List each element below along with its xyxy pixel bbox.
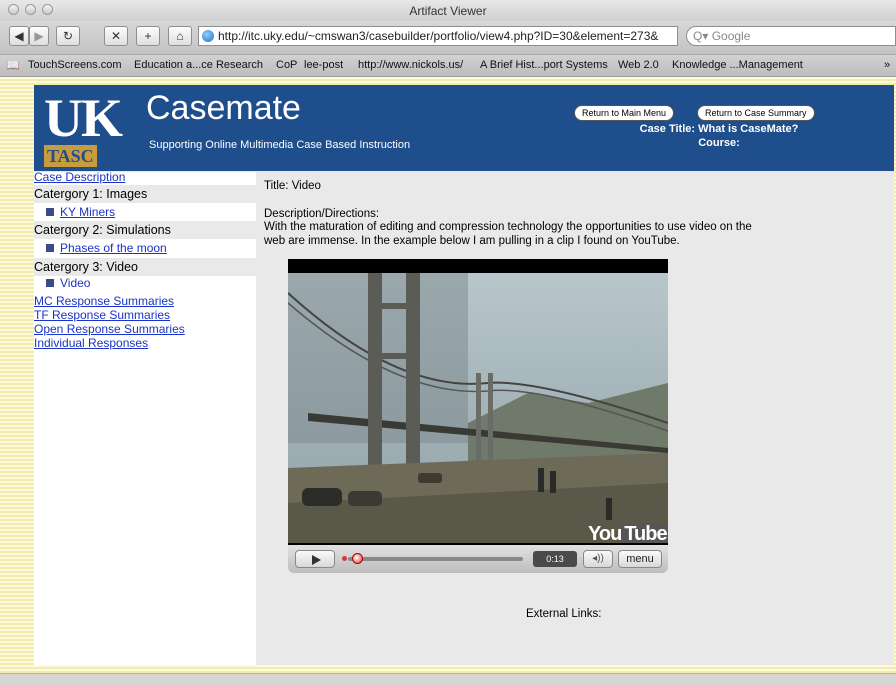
category-label: Catergory 1: Images [34,187,148,201]
video-player[interactable]: You Tube [288,259,668,545]
external-links-label: External Links: [526,608,602,620]
watermark-tube: Tube [621,523,668,543]
search-icon: Q▾ [693,29,712,43]
bookmarks-bar: 📖 TouchScreens.com Education a...ce Rese… [0,55,896,77]
description-label: Description/Directions: [264,208,380,220]
site-tagline: Supporting Online Multimedia Case Based … [149,139,411,151]
uk-logo: UK [44,88,123,148]
add-bookmark-button[interactable]: + [136,26,160,46]
watermark-you: You [588,523,622,543]
bullet-icon [46,279,54,287]
bookmark-item[interactable]: CoP [276,59,297,71]
open-response-summaries-link[interactable]: Open Response Summaries [34,322,185,336]
sidebar-item-phases-of-the-moon[interactable]: Phases of the moon [46,241,167,255]
course-label: Course: [698,137,740,149]
video-frame: You Tube [288,273,668,543]
sidebar-item-label[interactable]: Phases of the moon [60,241,167,255]
bookmark-item[interactable]: http://www.nickols.us/ [358,59,463,71]
description-line: With the maturation of editing and compr… [264,221,752,233]
artifact-title: Title: Video [264,180,321,192]
toolbar: ◀ ▶ ↻ ✕ + ⌂ http://itc.uky.edu/~cmswan3/… [0,21,896,55]
menu-button[interactable]: menu [618,550,662,568]
bookmark-item[interactable]: Education a...ce Research [134,59,263,71]
sidebar-item-label[interactable]: Video [60,276,90,290]
forward-button[interactable]: ▶ [29,26,49,46]
search-placeholder: Google [711,29,751,43]
bullet-icon [46,244,54,252]
description-line: web are immense. In the example below I … [264,235,680,247]
title-bar: Artifact Viewer [0,0,896,22]
site-icon [202,30,214,42]
address-bar[interactable]: http://itc.uky.edu/~cmswan3/casebuilder/… [198,26,678,46]
bookmark-item[interactable]: TouchScreens.com [28,59,122,71]
progress-track[interactable] [348,557,523,561]
category-label: Catergory 2: Simulations [34,223,171,237]
speaker-icon[interactable]: ◂)) [583,550,613,568]
case-title: Case Title: What is CaseMate? [639,123,799,135]
bookmark-item[interactable]: Web 2.0 [618,59,659,71]
open-book-icon[interactable]: 📖 [6,59,20,72]
category-header: Catergory 1: Images [34,185,256,203]
status-bar [0,673,896,685]
sidebar-item-ky-miners[interactable]: KY Miners [46,205,115,219]
snapback-button[interactable]: ✕ [104,26,128,46]
bookmarks-overflow-icon[interactable]: » [884,59,890,71]
window-title: Artifact Viewer [409,4,487,18]
home-button[interactable]: ⌂ [168,26,192,46]
tf-response-summaries-link[interactable]: TF Response Summaries [34,308,170,322]
tasc-logo: TASC [44,145,97,167]
main-content: Title: Video Description/Directions: Wit… [256,172,894,665]
return-main-menu-button[interactable]: Return to Main Menu [574,105,675,121]
sidebar-item-label[interactable]: KY Miners [60,205,115,219]
video-controls: 0:13 ◂)) menu [288,545,668,573]
browser-window: Artifact Viewer ◀ ▶ ↻ ✕ + ⌂ http://itc.u… [0,0,896,685]
mc-response-summaries-link[interactable]: MC Response Summaries [34,294,174,308]
time-display: 0:13 [533,551,577,567]
youtube-watermark: You Tube [588,523,668,543]
sidebar: Case Description Catergory 1: Images KY … [34,170,256,665]
bookmark-item[interactable]: A Brief Hist...port Systems [480,59,608,71]
bookmark-item[interactable]: Knowledge ...Management [672,59,803,71]
site-header: UK TASC Casemate Supporting Online Multi… [34,85,894,171]
play-button[interactable] [295,550,335,568]
bullet-icon [46,208,54,216]
bookmark-item[interactable]: lee-post [304,59,343,71]
reload-button[interactable]: ↻ [56,26,80,46]
back-button[interactable]: ◀ [9,26,29,46]
url-text: http://itc.uky.edu/~cmswan3/casebuilder/… [218,29,659,43]
return-case-summary-button[interactable]: Return to Case Summary [697,105,815,121]
search-field[interactable]: Q▾ Google [686,26,896,46]
progress-knob[interactable] [351,553,363,564]
category-header: Catergory 3: Video [34,258,256,276]
bridge-scene-image [288,273,668,543]
category-label: Catergory 3: Video [34,260,138,274]
mute-indicator-icon [342,556,347,561]
category-header: Catergory 2: Simulations [34,221,256,239]
case-description-link[interactable]: Case Description [34,170,125,184]
individual-responses-link[interactable]: Individual Responses [34,336,148,350]
web-page: UK TASC Casemate Supporting Online Multi… [0,77,896,673]
site-title: Casemate [146,89,301,127]
sidebar-item-video[interactable]: Video [46,276,90,290]
